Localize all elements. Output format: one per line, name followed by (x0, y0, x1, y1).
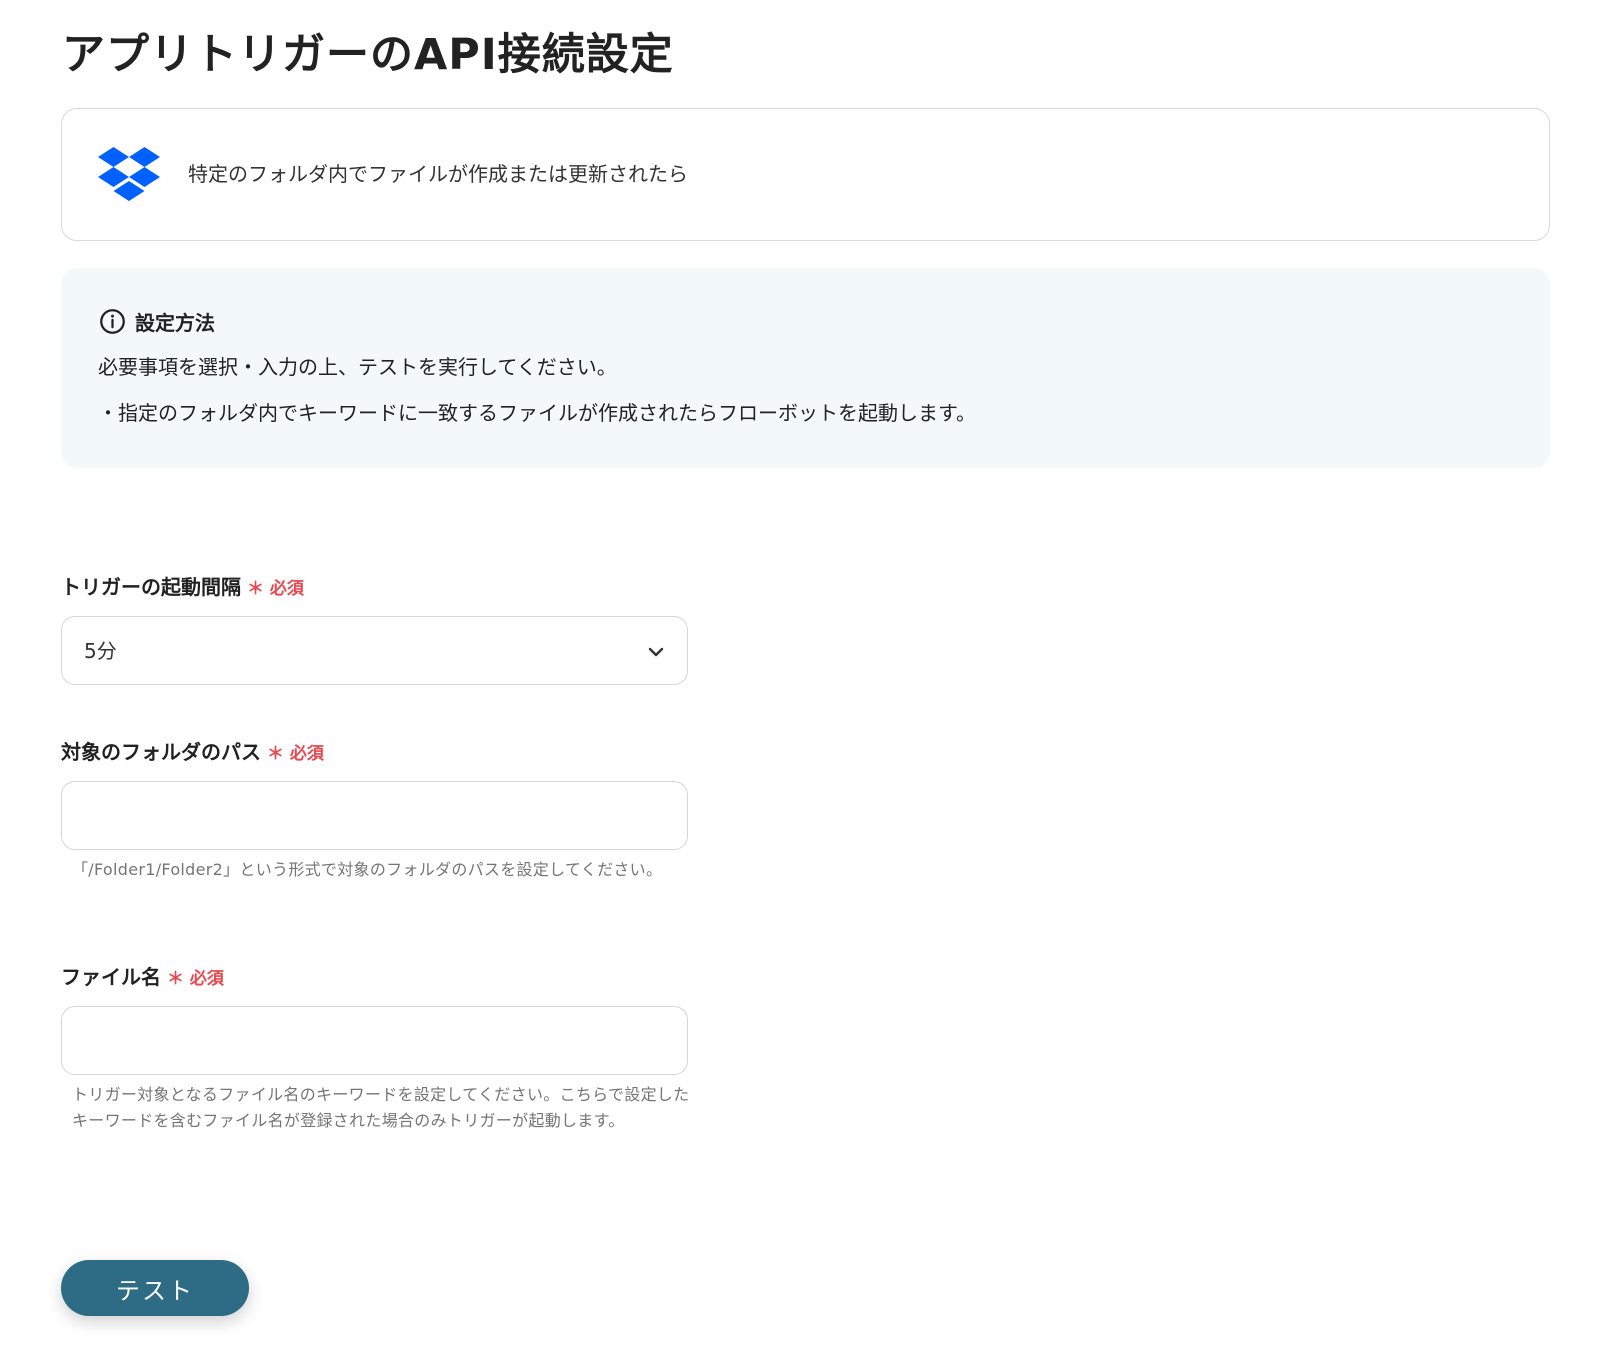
folder-path-label: 対象のフォルダのパス ＊ 必須 (61, 737, 324, 769)
interval-label: トリガーの起動間隔 ＊ 必須 (61, 572, 304, 604)
info-circle-icon (100, 308, 125, 334)
info-box: 設定方法 必要事項を選択・入力の上、テストを実行してください。 ・指定のフォルダ… (61, 268, 1550, 468)
folder-path-input[interactable] (61, 781, 688, 850)
dropbox-icon (98, 147, 160, 201)
required-badge: ＊ 必須 (167, 969, 224, 989)
info-title: 設定方法 (135, 310, 215, 335)
file-name-label-text: ファイル名 (61, 965, 161, 989)
info-line: ・指定のフォルダ内でキーワードに一致するファイルが作成されたらフローボットを起動… (98, 401, 976, 425)
interval-select[interactable]: 5分 (61, 616, 688, 685)
test-button[interactable]: テスト (61, 1260, 249, 1316)
info-line: 必要事項を選択・入力の上、テストを実行してください。 (98, 355, 617, 379)
trigger-card: 特定のフォルダ内でファイルが作成または更新されたら (61, 108, 1550, 241)
info-header: 設定方法 (99, 306, 215, 336)
file-name-label: ファイル名 ＊ 必須 (61, 962, 224, 994)
file-name-help: トリガー対象となるファイル名のキーワードを設定してください。こちらで設定したキー… (72, 1085, 690, 1130)
file-name-input[interactable] (61, 1006, 688, 1075)
required-badge: ＊ 必須 (247, 579, 304, 599)
page-title: アプリトリガーのAPI接続設定 (62, 30, 674, 80)
interval-label-text: トリガーの起動間隔 (61, 575, 241, 599)
trigger-description: 特定のフォルダ内でファイルが作成または更新されたら (188, 162, 688, 186)
folder-path-help: 「/Folder1/Folder2」という形式で対象のフォルダのパスを設定してく… (72, 860, 663, 879)
folder-path-label-text: 対象のフォルダのパス (61, 740, 261, 764)
required-badge: ＊ 必須 (267, 744, 324, 764)
chevron-down-icon (648, 647, 664, 657)
interval-select-value: 5分 (84, 639, 117, 663)
